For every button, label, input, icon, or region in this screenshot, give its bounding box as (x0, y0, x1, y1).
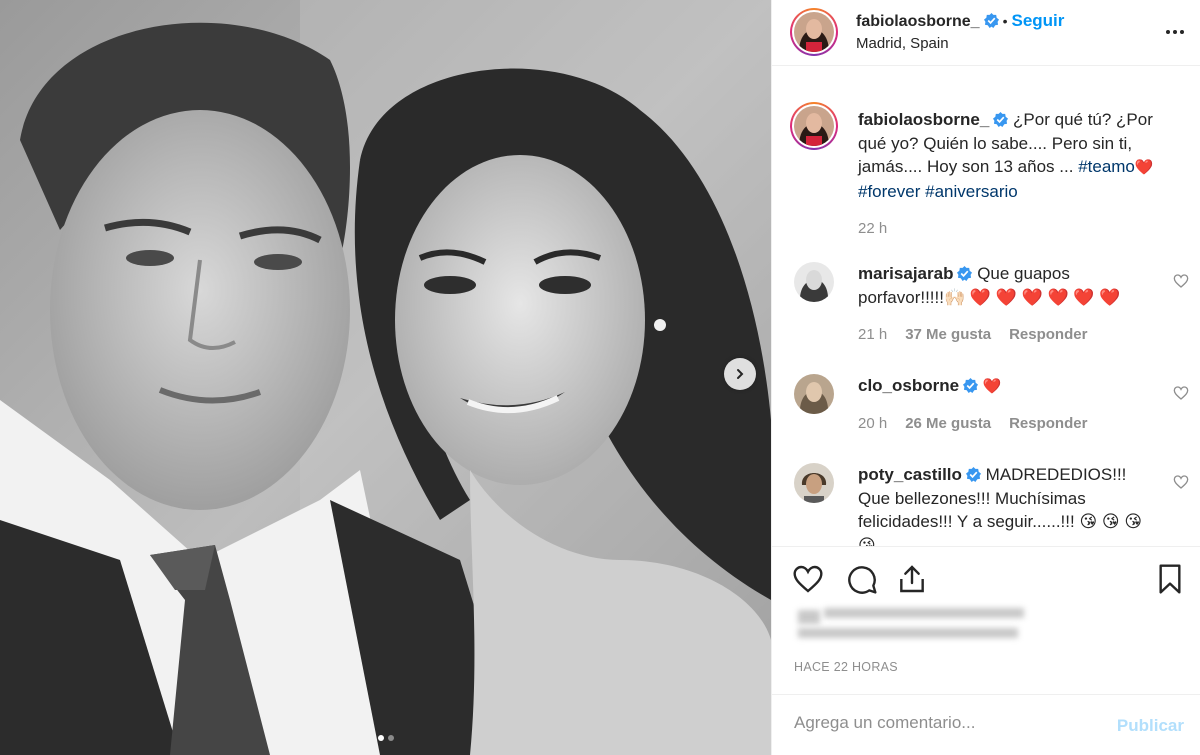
liked-by-blurred[interactable] (794, 604, 1034, 646)
caption-avatar[interactable] (790, 102, 838, 150)
comment-time[interactable]: 20 h (858, 415, 887, 432)
comment-text: poty_castillo MADREDEDIOS!!! Que bellezo… (858, 463, 1158, 546)
comment-meta: 20 h 26 Me gusta Responder (858, 415, 1105, 432)
separator-dot: • (1002, 13, 1008, 29)
caption-username[interactable]: fabiolaosborne_ (858, 110, 989, 129)
bookmark-icon (1159, 564, 1181, 594)
like-comment-button[interactable] (1173, 273, 1189, 294)
comment-meta: 21 h 37 Me gusta Responder (858, 326, 1105, 343)
more-options-button[interactable] (1165, 22, 1185, 47)
publish-button[interactable]: Publicar (1117, 716, 1184, 736)
caption-text: fabiolaosborne_ ¿Por qué tú? ¿Por qué yo… (858, 108, 1178, 203)
comment-username[interactable]: poty_castillo (858, 465, 962, 484)
avatar-image (794, 374, 834, 414)
post-details-panel: fabiolaosborne_ • Seguir Madrid, Spain fab… (771, 0, 1200, 755)
caption-avatar-image (794, 106, 834, 146)
share-button[interactable] (896, 563, 928, 600)
post-photo[interactable] (0, 0, 771, 755)
like-button[interactable] (792, 563, 824, 600)
add-comment-bar: Publicar (772, 694, 1200, 755)
author-avatar[interactable] (790, 8, 838, 56)
comments-list[interactable]: fabiolaosborne_ ¿Por qué tú? ¿Por qué yo… (772, 66, 1200, 546)
verified-badge-icon (957, 266, 973, 281)
comment-avatar-poty-castillo[interactable] (794, 463, 834, 503)
carousel-dot-active (377, 735, 384, 741)
post-location[interactable]: Madrid, Spain (856, 35, 949, 52)
reply-button[interactable]: Responder (1009, 326, 1087, 343)
comment-likes[interactable]: 26 Me gusta (905, 415, 991, 432)
comment-text: clo_osborne ❤️ (858, 374, 1158, 399)
heart-icon (1173, 386, 1189, 400)
post-header: fabiolaosborne_ • Seguir Madrid, Spain (772, 0, 1200, 66)
post-timestamp[interactable]: HACE 22 HORAS (794, 660, 898, 674)
hashtag-teamo[interactable]: #teamo (1078, 157, 1135, 176)
like-comment-button[interactable] (1173, 474, 1189, 495)
comment-icon (848, 566, 877, 594)
caption-time[interactable]: 22 h (858, 220, 887, 237)
verified-badge-icon (963, 378, 979, 393)
chevron-right-icon (737, 369, 744, 379)
author-username[interactable]: fabiolaosborne_ (856, 13, 980, 30)
share-icon (900, 565, 924, 593)
comment-text: marisajarab Que guapos porfavor!!!!!🙌🏻 ❤… (858, 262, 1158, 309)
comment-avatar-marisajarab[interactable] (794, 262, 834, 302)
couple-photo (0, 0, 771, 755)
carousel-dot (387, 735, 394, 741)
carousel-indicator (0, 735, 771, 741)
caption-heart-emoji: ❤️ (1134, 158, 1154, 176)
comment-avatar-clo-osborne[interactable] (794, 374, 834, 414)
avatar-image (794, 262, 834, 302)
follow-button[interactable]: Seguir (1011, 11, 1064, 30)
heart-icon (1173, 475, 1189, 489)
avatar-image (794, 463, 834, 503)
heart-icon (1173, 274, 1189, 288)
author-avatar-image (794, 12, 834, 52)
like-comment-button[interactable] (1173, 385, 1189, 406)
comment-likes[interactable]: 37 Me gusta (905, 326, 991, 343)
comment-username[interactable]: marisajarab (858, 264, 953, 283)
next-photo-button[interactable] (724, 358, 756, 390)
caption-meta: 22 h (858, 220, 905, 237)
comment-input[interactable] (794, 713, 1094, 733)
action-bar (772, 546, 1200, 606)
reply-button[interactable]: Responder (1009, 415, 1087, 432)
verified-badge-icon (983, 13, 999, 28)
comment-time[interactable]: 21 h (858, 326, 887, 343)
comment-body: ❤️ (982, 377, 1002, 395)
more-options-icon (1166, 30, 1184, 34)
comment-button[interactable] (846, 563, 878, 600)
hashtag-aniversario[interactable]: #aniversario (925, 182, 1018, 201)
hashtag-forever[interactable]: #forever (858, 182, 920, 201)
heart-icon (793, 565, 823, 593)
comment-username[interactable]: clo_osborne (858, 376, 959, 395)
verified-badge-icon (965, 467, 981, 482)
verified-badge-icon (993, 112, 1009, 127)
save-button[interactable] (1154, 563, 1186, 600)
